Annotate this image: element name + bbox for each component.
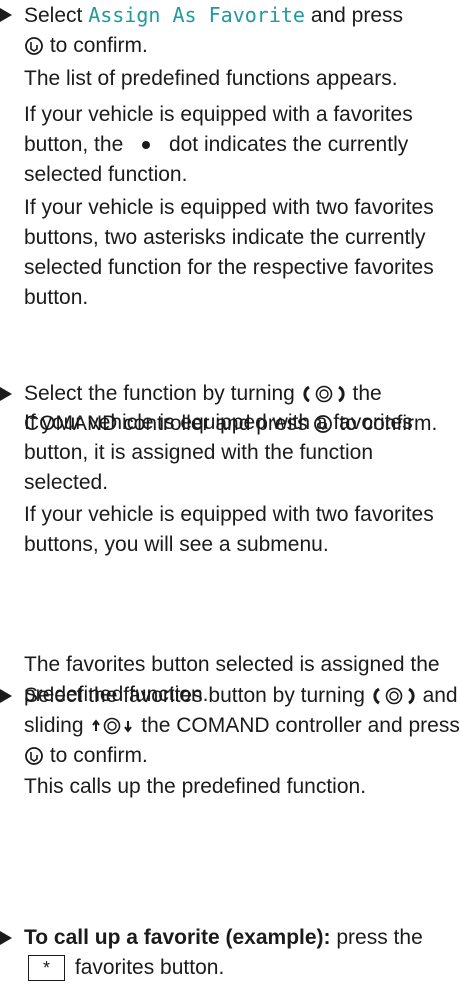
triangle-bullet-icon (0, 8, 12, 22)
step2-note: If your vehicle is equipped with two fav… (24, 503, 434, 556)
step2-result: If your vehicle is equipped with a favor… (24, 411, 413, 494)
turn-controller-icon (303, 386, 345, 403)
step4-text-a: press the (336, 926, 423, 949)
step3-result: The favorites button selected is assigne… (24, 653, 440, 706)
favorites-key-icon: * (28, 955, 66, 982)
press-controller-icon (25, 37, 43, 56)
step3-text-c: the COMAND controller and press (141, 714, 460, 737)
triangle-bullet-icon (0, 931, 12, 945)
step4-text-b: favorites button. (74, 956, 225, 979)
step4-label: To call up a favorite (example): (24, 926, 331, 949)
step1-confirm: to confirm. (49, 34, 148, 57)
step1-text-before: Select (24, 4, 83, 27)
instruction-step-1: Select Assign As Favorite and press to c… (0, 0, 460, 61)
dot-icon (142, 141, 151, 150)
press-controller-icon (25, 747, 43, 766)
slide-controller-icon (92, 718, 133, 735)
step3-text-d: to confirm. (49, 744, 148, 767)
step1-note-two-buttons: If your vehicle is equipped with two fav… (24, 196, 434, 309)
triangle-bullet-icon (0, 387, 12, 401)
instruction-step-4: To call up a favorite (example): press t… (0, 923, 460, 983)
step1-text-after: and press (310, 4, 404, 27)
manual-page: Select Assign As Favorite and press to c… (0, 0, 460, 982)
step1-note-favorites-dot: If your vehicle is equipped with a favor… (0, 100, 454, 190)
step1-result: The list of predefined functions appears… (24, 67, 398, 90)
step4-result: This calls up the predefined function. (24, 775, 367, 798)
menu-item-assign-as-favorite: Assign As Favorite (88, 3, 305, 27)
step2-text-a: Select the function by turning (24, 382, 295, 405)
